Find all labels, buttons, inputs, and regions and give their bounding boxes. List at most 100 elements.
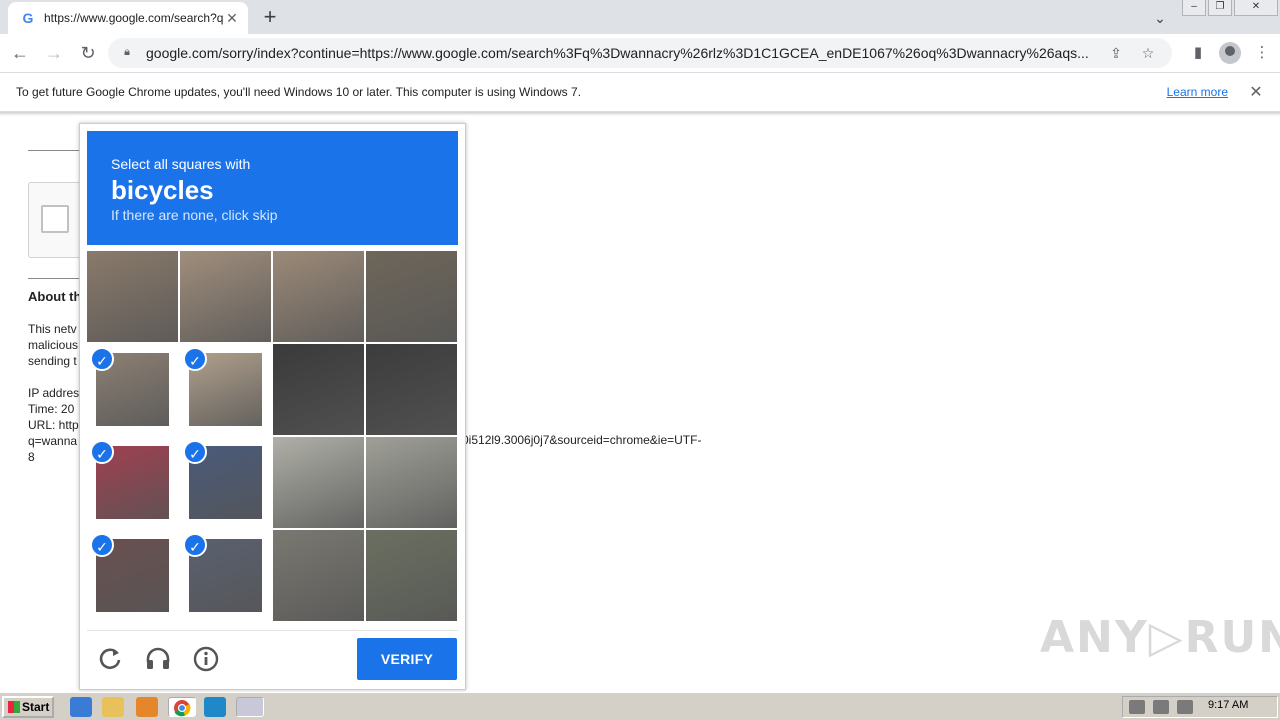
profile-button[interactable]: [1216, 39, 1244, 67]
captcha-tile[interactable]: [273, 344, 364, 435]
edge-icon[interactable]: [204, 697, 226, 717]
tile-image: [366, 530, 457, 621]
start-label: Start: [22, 700, 50, 714]
captcha-challenge-popup: Select all squares with bicycles If ther…: [79, 123, 466, 690]
tile-image: [273, 251, 364, 342]
instruction-text: Select all squares with: [111, 156, 251, 172]
screen: G https://www.google.com/search?q= ✕ + ⌄…: [0, 0, 1280, 720]
captcha-tile[interactable]: [273, 437, 364, 528]
checkmark-icon: ✓: [183, 440, 207, 464]
checkmark-icon: ✓: [90, 533, 114, 557]
ie-icon[interactable]: [70, 697, 92, 717]
captcha-tile[interactable]: [180, 251, 271, 342]
window-controls: – ❐ ✕: [1180, 0, 1278, 18]
explorer-folder-icon[interactable]: [102, 697, 124, 717]
captcha-tile[interactable]: ✓: [180, 344, 271, 435]
tile-image: [366, 344, 457, 435]
tab-search-icon[interactable]: ⌄: [1150, 8, 1170, 28]
system-tray: [1122, 696, 1278, 718]
chrome-taskbar-icon[interactable]: [168, 697, 196, 717]
tile-image: [273, 437, 364, 528]
divider: [87, 630, 458, 631]
close-window-button[interactable]: ✕: [1234, 0, 1278, 16]
side-panel-icon[interactable]: ▮: [1184, 39, 1212, 67]
tile-image: [273, 530, 364, 621]
captcha-tile[interactable]: ✓: [180, 530, 271, 621]
ip-line: IP addres: [28, 386, 80, 400]
update-infobar: To get future Google Chrome updates, you…: [0, 72, 1280, 112]
tile-image: [366, 437, 457, 528]
minimize-button[interactable]: –: [1182, 0, 1206, 16]
captcha-footer: VERIFY: [87, 630, 458, 684]
checkmark-icon: ✓: [183, 347, 207, 371]
reload-challenge-icon[interactable]: [95, 644, 125, 674]
avatar-icon: [1219, 42, 1241, 64]
back-arrow-icon[interactable]: ←: [6, 39, 34, 67]
browser-tab[interactable]: G https://www.google.com/search?q= ✕: [8, 2, 248, 34]
captcha-tile[interactable]: ✓: [87, 437, 178, 528]
media-player-icon[interactable]: [136, 697, 158, 717]
skip-hint: If there are none, click skip: [111, 207, 278, 223]
captcha-tile[interactable]: ✓: [87, 344, 178, 435]
captcha-tile[interactable]: [366, 530, 457, 621]
body-line: This netv: [28, 322, 77, 336]
lock-icon[interactable]: 🔒︎: [120, 46, 134, 60]
captcha-tile[interactable]: [273, 251, 364, 342]
captcha-tile[interactable]: ✓: [87, 530, 178, 621]
infobar-message: To get future Google Chrome updates, you…: [16, 85, 582, 99]
checkmark-icon: ✓: [183, 533, 207, 557]
reload-icon[interactable]: ↻: [74, 39, 102, 67]
checkmark-icon: ✓: [90, 440, 114, 464]
captcha-tile[interactable]: ✓: [180, 437, 271, 528]
toolbar-right: ▮ ⋮: [1180, 39, 1276, 67]
recaptcha-checkbox[interactable]: [41, 205, 69, 233]
url-text[interactable]: google.com/sorry/index?continue=https://…: [146, 45, 1096, 61]
request-info: IP addres Time: 20 URL: http q=wanna 8: [28, 385, 79, 465]
verify-button[interactable]: VERIFY: [357, 638, 457, 680]
info-icon[interactable]: [191, 644, 221, 674]
menu-kebab-icon[interactable]: ⋮: [1248, 39, 1276, 67]
captcha-tile[interactable]: [273, 530, 364, 621]
windows-taskbar: Start 9:17 AM: [0, 692, 1280, 720]
tile-image: [87, 251, 178, 342]
captcha-tile[interactable]: [366, 251, 457, 342]
address-bar[interactable]: 🔒︎ google.com/sorry/index?continue=https…: [108, 38, 1172, 68]
captcha-instructions: Select all squares with bicycles If ther…: [87, 131, 458, 245]
restore-button[interactable]: ❐: [1208, 0, 1232, 16]
tab-strip: G https://www.google.com/search?q= ✕ + ⌄…: [0, 0, 1280, 34]
checkmark-icon: ✓: [90, 347, 114, 371]
app-taskbar-icon[interactable]: [236, 697, 264, 717]
url-line-3: 8: [28, 450, 35, 464]
google-favicon-icon: G: [22, 10, 34, 26]
bookmark-star-icon[interactable]: ☆: [1136, 41, 1160, 65]
time-line: Time: 20: [28, 402, 75, 416]
tile-image: [273, 344, 364, 435]
new-tab-button[interactable]: +: [258, 5, 282, 29]
captcha-tile[interactable]: [366, 344, 457, 435]
body-line: malicious: [28, 338, 79, 352]
learn-more-link[interactable]: Learn more: [1167, 85, 1228, 99]
browser-toolbar: ← → ↻ 🔒︎ google.com/sorry/index?continue…: [0, 34, 1280, 72]
tile-image: [366, 251, 457, 342]
url-line-2: q=wanna: [28, 434, 78, 448]
captcha-tile[interactable]: [87, 251, 178, 342]
network-icon[interactable]: [1153, 700, 1169, 714]
about-heading: About th: [28, 289, 82, 304]
share-icon[interactable]: ⇪: [1104, 41, 1128, 65]
forward-arrow-icon[interactable]: →: [40, 39, 68, 67]
captcha-tile[interactable]: [366, 437, 457, 528]
infobar-close-icon[interactable]: ✕: [1246, 82, 1266, 102]
start-button[interactable]: Start: [2, 696, 54, 718]
page-body-text: This netv malicious sending t: [28, 321, 78, 369]
image-grid: ✓ ✓ ✓ ✓ ✓ ✓: [87, 251, 458, 622]
audio-challenge-icon[interactable]: [143, 644, 173, 674]
action-center-flag-icon[interactable]: [1177, 700, 1193, 714]
body-line: sending t: [28, 354, 77, 368]
url-line: URL: http: [28, 418, 79, 432]
volume-icon[interactable]: [1129, 700, 1145, 714]
clock: 9:17 AM: [1208, 699, 1249, 711]
url-tail-text: 0i512l9.3006j0j7&sourceid=chrome&ie=UTF-: [462, 433, 702, 447]
tab-close-icon[interactable]: ✕: [224, 10, 240, 26]
tile-image: [180, 251, 271, 342]
target-object: bicycles: [111, 175, 214, 205]
